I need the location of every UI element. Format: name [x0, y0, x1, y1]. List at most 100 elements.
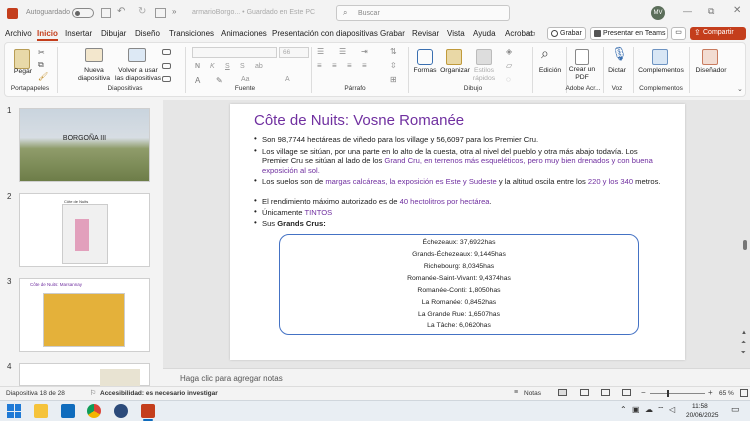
shapes-icon[interactable]	[417, 49, 433, 65]
record-button[interactable]: Grabar	[547, 27, 586, 40]
dictate-label[interactable]: Dictar	[604, 67, 630, 75]
quick-styles-icon[interactable]	[476, 49, 492, 65]
tray-app-icon[interactable]: ▣	[632, 405, 640, 414]
present-teams-button[interactable]: Presentar en Teams	[590, 27, 668, 40]
outline-icon[interactable]: ▱	[506, 61, 512, 70]
clock-time[interactable]: 11:58	[692, 403, 708, 410]
case-icon[interactable]: Aa	[241, 76, 250, 83]
bullet-6[interactable]: Sus Grands Crus:	[262, 219, 662, 228]
thumbnail-slide-3[interactable]: Côte de Nuits: Marsannay	[19, 278, 150, 352]
search-edit-icon[interactable]: ⌕	[541, 45, 549, 62]
prev-slide-icon[interactable]: ⏶	[741, 340, 746, 347]
notes-toggle[interactable]: Notas	[524, 390, 541, 397]
next-slide-icon[interactable]: ⏷	[741, 350, 746, 357]
autosave-toggle[interactable]	[72, 8, 94, 18]
bullet-5[interactable]: Únicamente TINTOS	[262, 208, 662, 217]
reset-icon[interactable]	[162, 63, 171, 69]
strike-icon[interactable]: S	[240, 63, 245, 70]
save-icon[interactable]	[101, 8, 111, 18]
paste-icon[interactable]	[14, 49, 30, 69]
accessibility-status[interactable]: Accesibilidad: es necesario investigar	[100, 390, 218, 397]
sorter-view-icon[interactable]	[580, 389, 589, 396]
notes-icon[interactable]: ≡	[514, 389, 518, 396]
spacing-icon[interactable]: ab	[255, 63, 263, 70]
reading-view-icon[interactable]	[601, 389, 610, 396]
align-text-icon[interactable]: ⇳	[390, 61, 397, 70]
arrange-icon[interactable]	[446, 49, 462, 65]
redo-icon[interactable]: ↻	[138, 6, 146, 17]
font-color-icon[interactable]: A	[195, 76, 200, 85]
undo-icon[interactable]: ↶	[117, 6, 125, 17]
slideshow-icon[interactable]	[622, 389, 631, 396]
zoom-slider[interactable]	[650, 390, 705, 397]
copy-icon[interactable]: ⧉	[38, 60, 44, 70]
format-painter-icon[interactable]: 🖌	[38, 72, 48, 81]
tab-transiciones[interactable]: Transiciones	[169, 29, 214, 38]
tab-animaciones[interactable]: Animaciones	[221, 29, 267, 38]
share-button[interactable]: ⇪ Compartir	[690, 27, 746, 40]
slide-title[interactable]: Côte de Nuits: Vosne Romanée	[254, 112, 464, 129]
reuse-slides-icon[interactable]	[128, 48, 146, 62]
chrome-icon[interactable]	[87, 404, 101, 418]
fill-icon[interactable]: ◈	[506, 47, 512, 56]
fit-slide-icon[interactable]	[740, 389, 748, 397]
volume-icon[interactable]: ◁	[669, 405, 675, 414]
notes-placeholder[interactable]: Haga clic para agregar notas	[180, 374, 283, 383]
windows-start-icon[interactable]	[7, 404, 21, 418]
bullet-3[interactable]: Los suelos son de margas calcáreas, la e…	[262, 177, 662, 186]
designer-icon[interactable]	[702, 49, 718, 65]
italic-icon[interactable]: K	[210, 63, 215, 70]
effects-icon[interactable]: ◌	[506, 75, 511, 84]
cut-icon[interactable]: ✂	[38, 48, 45, 57]
tab-vista[interactable]: Vista	[447, 29, 465, 38]
tab-revisar[interactable]: Revisar	[412, 29, 439, 38]
new-slide-label[interactable]: Nueva diapositiva	[73, 67, 115, 83]
tab-insertar[interactable]: Insertar	[65, 29, 92, 38]
paste-label[interactable]: Pegar	[12, 68, 34, 76]
arrange-label[interactable]: Organizar	[437, 67, 473, 75]
section-icon[interactable]	[162, 76, 171, 82]
outlook-icon[interactable]	[61, 404, 75, 418]
network-icon[interactable]: ⌔	[657, 405, 665, 415]
scroll-up-icon[interactable]: ▲	[741, 330, 747, 336]
zoom-out-icon[interactable]: −	[641, 388, 646, 397]
reuse-slides-label[interactable]: Volver a usar las diapositivas	[113, 67, 163, 83]
addins-label[interactable]: Complementos	[635, 67, 687, 75]
tab-presentacion[interactable]: Presentación con diapositivas	[272, 29, 378, 38]
designer-label[interactable]: Diseñador	[693, 67, 729, 75]
comments-icon[interactable]: ▭	[527, 28, 536, 39]
accessibility-icon[interactable]: ⚐	[90, 389, 96, 397]
create-pdf-label[interactable]: Crear un PDF	[567, 66, 597, 82]
tab-diseno[interactable]: Diseño	[135, 29, 160, 38]
normal-view-icon[interactable]	[558, 389, 567, 396]
tab-ayuda[interactable]: Ayuda	[473, 29, 496, 38]
clock-date[interactable]: 20/06/2025	[686, 412, 719, 419]
start-presentation-icon[interactable]	[155, 8, 166, 18]
zoom-in-icon[interactable]: +	[708, 388, 713, 397]
restore-icon[interactable]: ⧉	[708, 6, 714, 17]
clear-format-icon[interactable]: A	[285, 76, 290, 83]
file-explorer-icon[interactable]	[34, 404, 48, 418]
align-right-icon[interactable]: ≡	[347, 61, 352, 70]
layout-icon[interactable]	[162, 49, 171, 55]
create-pdf-icon[interactable]	[575, 49, 589, 65]
wifi-icon[interactable]: ☁	[645, 405, 653, 414]
justify-icon[interactable]: ≡	[362, 61, 367, 70]
tab-inicio[interactable]: Inicio	[37, 29, 58, 41]
chevron-more-icon[interactable]: »	[172, 7, 176, 16]
quick-styles-label[interactable]: Estilos rápidos	[469, 67, 499, 83]
grands-crus-box[interactable]	[279, 234, 639, 335]
tab-archivo[interactable]: Archivo	[5, 29, 32, 38]
font-family-select[interactable]	[192, 47, 277, 58]
tab-grabar[interactable]: Grabar	[380, 29, 405, 38]
bullet-1[interactable]: Son 98,7744 hectáreas de viñedo para los…	[262, 135, 662, 144]
editor-scrollbar[interactable]	[743, 240, 747, 250]
tab-dibujar[interactable]: Dibujar	[101, 29, 126, 38]
file-name[interactable]: armarioBorgo... • Guardado en Este PC	[192, 9, 315, 16]
collapse-ribbon-icon[interactable]: ⌄	[737, 85, 743, 93]
zoom-level[interactable]: 65 %	[719, 390, 734, 397]
bold-icon[interactable]: N	[195, 63, 200, 70]
avatar[interactable]: MV	[651, 6, 665, 20]
thumbnail-slide-4[interactable]	[19, 363, 150, 387]
bullet-2[interactable]: Los village se sitúan, por una parte en …	[262, 147, 662, 175]
